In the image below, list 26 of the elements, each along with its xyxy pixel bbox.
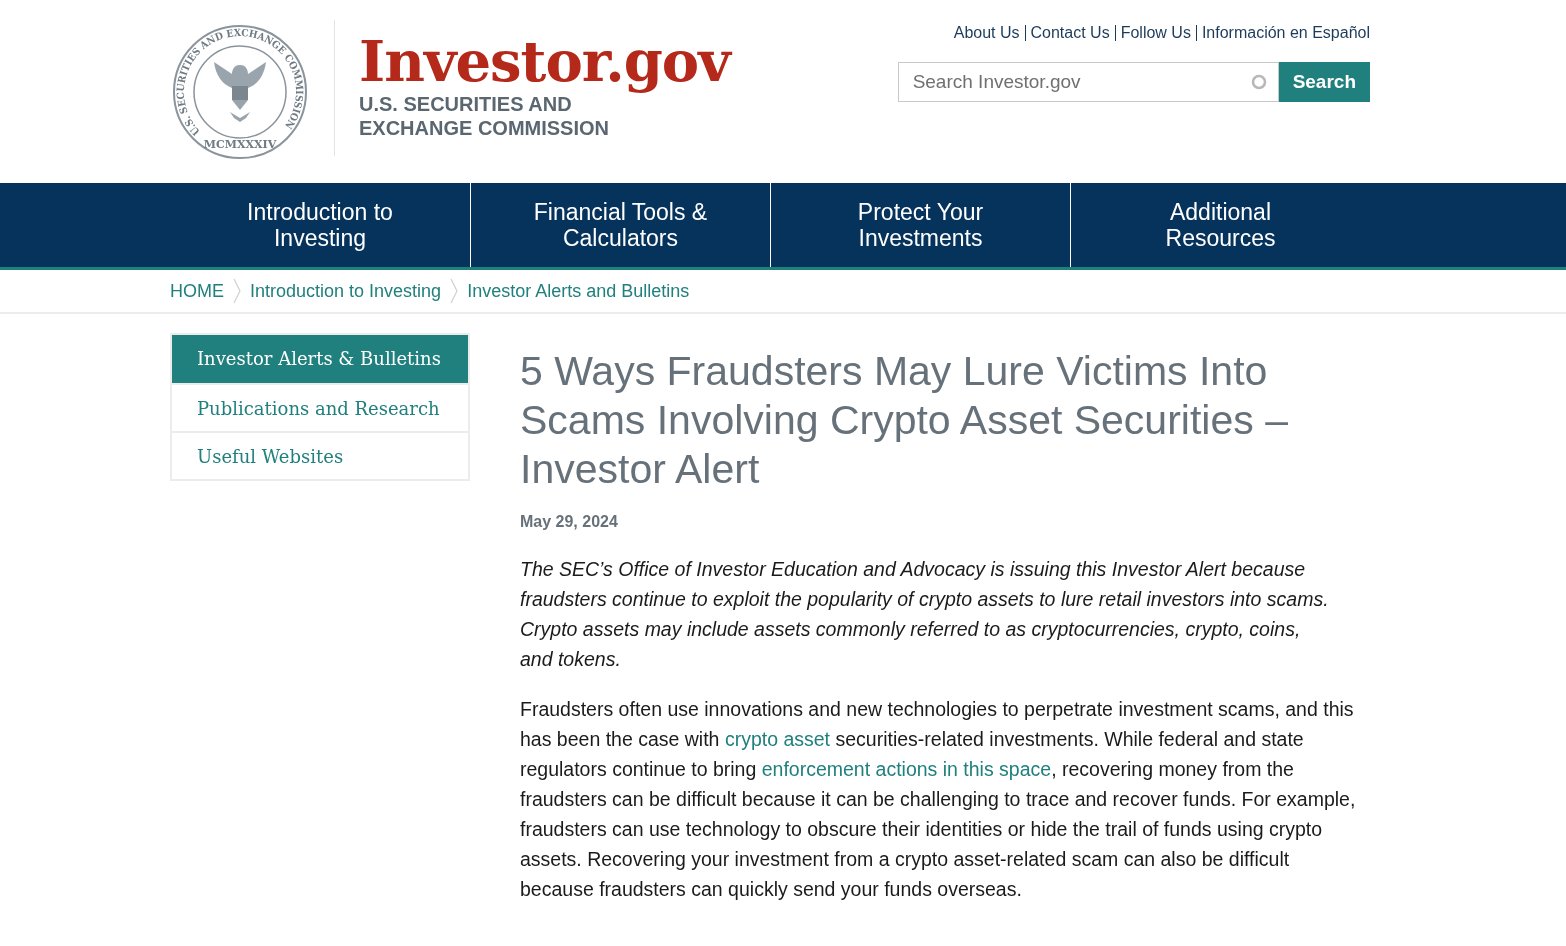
publish-date: May 29, 2024 — [520, 512, 619, 532]
agency-name: U.S. SECURITIES AND — [359, 93, 573, 116]
article-title: 5 Ways Fraudsters May Lure Victims Into Scams Involving Crypto Asset Securities – Investor Alert — [520, 347, 1289, 494]
breadcrumb-link[interactable]: Investor Alerts and Bulletins — [467, 277, 690, 305]
search-button[interactable]: Search — [1278, 62, 1370, 102]
utility-link[interactable]: About Us — [953, 21, 1020, 45]
breadcrumb-link[interactable]: Introduction to Investing — [250, 277, 442, 305]
sidebar-item[interactable]: Investor Alerts & Bulletins — [172, 335, 468, 383]
utility-link[interactable]: Contact Us — [1030, 21, 1110, 45]
inline-link[interactable]: crypto asset — [724, 728, 831, 750]
agency-name: EXCHANGE COMMISSION — [359, 116, 611, 140]
search-field[interactable]: Search Investor.gov — [897, 62, 1279, 102]
chevron-icon — [232, 278, 242, 304]
nav-tab[interactable]: Financial Tools & Calculators — [470, 183, 770, 267]
inline-link[interactable]: enforcement actions in this space — [761, 758, 1052, 780]
loading-icon — [1250, 74, 1267, 90]
nav-tab[interactable]: Additional Resources — [1070, 183, 1370, 267]
body-paragraph: Fraudsters often use innovations and new technologies to perpetrate investment scams, and this has been the case with crypto asset securities-related investments. While federal and state regulators continue to bring enforcement actions in this space, recovering money from the fraudsters can be difficult because it can be challenging to trace and recover funds. For example, fraudsters can use technology to obscure their identities or hide the trail of funds using crypto assets. Recovering your investment from a crypto asset-related scam can also be difficult because fraudsters can quickly send your funds overseas. — [520, 697, 1357, 902]
utility-link[interactable]: Información en Español — [1201, 21, 1370, 45]
site-title[interactable]: Investor.gov — [359, 30, 730, 92]
intro-paragraph: The SEC’s Office of Investor Education and Advocacy is issuing this Investor Alert because fraudsters continue to exploit the popularity of crypto assets to lure retail investors into scams. Crypto assets may include assets commonly referred to as cryptocurrencies, crypto, coins, and tokens. — [520, 557, 1330, 672]
nav-tab[interactable]: Protect Your Investments — [770, 183, 1070, 267]
nav-tab[interactable]: Introduction to Investing — [170, 183, 470, 267]
breadcrumb-link[interactable]: HOME — [170, 277, 224, 305]
chevron-icon — [449, 278, 460, 304]
utility-link[interactable]: Follow Us — [1120, 21, 1191, 45]
